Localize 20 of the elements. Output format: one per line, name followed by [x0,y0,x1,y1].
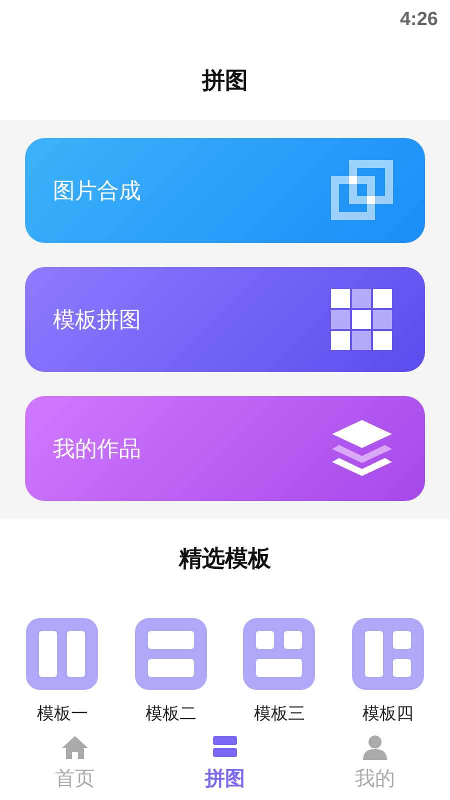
status-time: 4:26 [400,9,438,31]
three-panel-layout-icon[interactable] [243,618,316,690]
template-label: 模板二 [145,703,196,724]
action-card[interactable]: 模板拼图 [25,267,425,372]
tab[interactable]: 首页 [25,724,125,800]
section-heading: 精选模板 [179,545,271,574]
template-label: 模板四 [362,703,414,724]
action-card[interactable]: 图片合成 [25,138,425,243]
tab[interactable]: 拼图 [175,724,275,800]
page-title: 拼图 [202,66,248,96]
action-card[interactable]: 我的作品 [25,396,425,501]
tab[interactable]: 我的 [325,724,425,800]
two-row-layout-icon[interactable] [134,618,207,690]
two-column-layout-icon[interactable] [26,618,98,690]
side-panel-layout-icon[interactable] [352,618,424,690]
template-label: 模板一 [36,703,88,724]
person-icon [361,732,389,760]
overlap-squares-icon [331,160,393,222]
grid-icon [331,288,393,350]
template-label: 模板三 [254,703,305,724]
